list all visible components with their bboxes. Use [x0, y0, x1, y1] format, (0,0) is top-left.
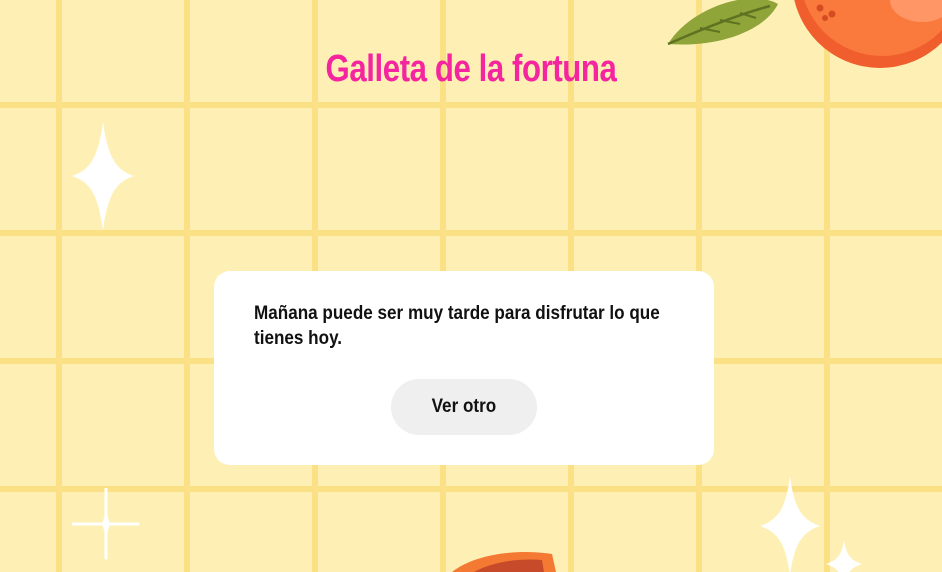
- sparkle-icon: [72, 488, 140, 560]
- sparkle-icon: [760, 476, 820, 572]
- page-title: Galleta de la fortuna: [325, 48, 617, 90]
- fortune-card: Mañana puede ser muy tarde para disfruta…: [214, 271, 714, 465]
- papaya-icon: [452, 552, 556, 572]
- sparkle-icon: [826, 540, 862, 572]
- next-fortune-button[interactable]: Ver otro: [391, 379, 537, 435]
- next-fortune-button-label: Ver otro: [431, 396, 497, 417]
- sparkle-icon: [72, 122, 134, 230]
- fortune-message: Mañana puede ser muy tarde para disfruta…: [254, 303, 660, 349]
